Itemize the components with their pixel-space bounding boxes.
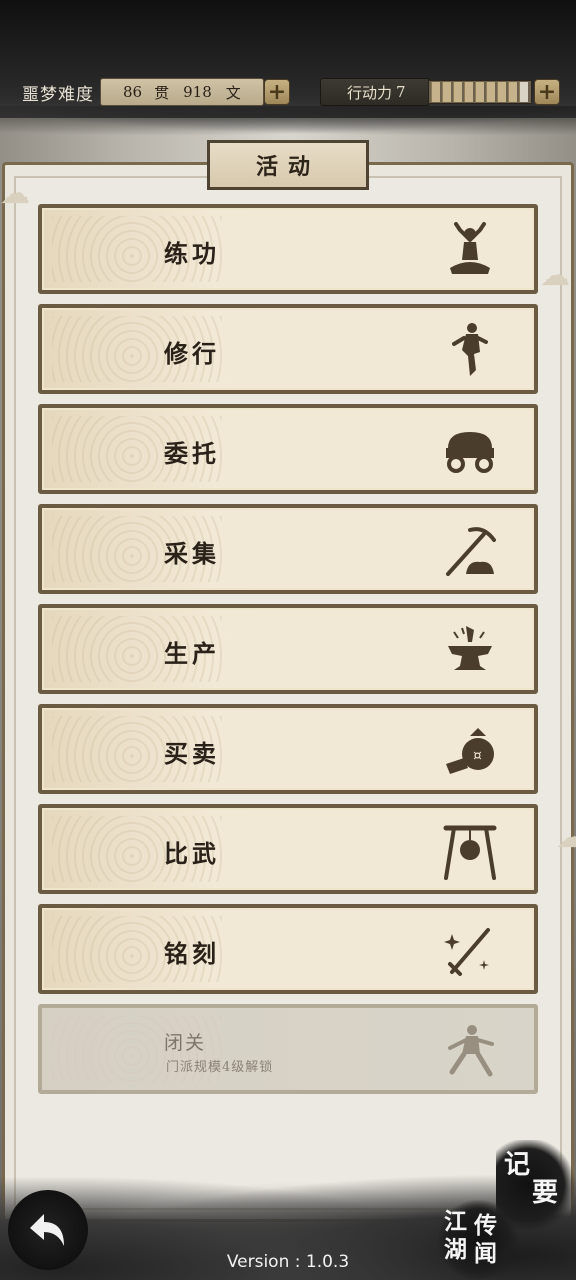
rumors-char-3: 传	[474, 1212, 497, 1239]
activity-row-ming-ke[interactable]: 铭刻	[38, 904, 538, 994]
action-points-display: 行动力 7	[320, 78, 430, 106]
action-point-segment	[442, 82, 451, 102]
activity-label: 委托	[164, 439, 220, 468]
training-figure-icon	[452, 323, 488, 376]
activity-label: 闭关	[164, 1032, 207, 1054]
activity-row-bi-guan-locked[interactable]: 闭关 门派规模4级解锁	[38, 1004, 538, 1094]
svg-text:¤: ¤	[473, 748, 482, 764]
action-point-segment	[453, 82, 462, 102]
action-point-segment	[486, 82, 495, 102]
meditating-figure-icon	[450, 222, 490, 274]
action-point-segment	[475, 82, 484, 102]
money-bag-icon: ¤	[446, 728, 494, 774]
anvil-icon	[448, 626, 492, 670]
gong-icon	[443, 825, 497, 880]
action-points-label: 行动力	[347, 83, 393, 102]
action-point-segment	[497, 82, 506, 102]
cart-icon	[446, 432, 494, 473]
activity-label: 铭刻	[164, 939, 220, 968]
cloud-ornament-right: ☁	[540, 258, 570, 293]
money-wen-unit: 文	[225, 83, 241, 102]
activity-label: 买卖	[164, 739, 220, 768]
activity-label: 修行	[164, 339, 220, 368]
action-point-segment	[519, 82, 528, 102]
cloud-ornament-left: ☁	[0, 176, 30, 211]
activity-label: 采集	[164, 539, 220, 568]
money-wen-value: 918	[183, 83, 212, 101]
difficulty-label: 噩梦难度	[22, 85, 94, 105]
add-money-button[interactable]: +	[264, 79, 290, 105]
top-bar: 噩梦难度 86 贯 918 文 + 行动力 7 +	[0, 0, 576, 136]
rumors-char-1: 江	[444, 1208, 467, 1235]
back-arrow-icon	[30, 1214, 64, 1246]
action-point-segment	[464, 82, 473, 102]
activity-row-lian-gong[interactable]: 练功	[38, 204, 538, 294]
version-text: Version : 1.0.3	[226, 1252, 350, 1272]
engraving-sword-icon	[444, 928, 490, 976]
activity-row-cai-ji[interactable]: 采集	[38, 504, 538, 594]
notes-char-2: 要	[532, 1178, 559, 1208]
activity-label: 练功	[164, 239, 220, 268]
money-display: 86 贯 918 文	[100, 78, 264, 106]
money-guan-value: 86	[123, 83, 143, 101]
activity-label: 生产	[164, 639, 220, 668]
activity-row-mai-mai[interactable]: 买卖 ¤	[38, 704, 538, 794]
action-point-segment	[431, 82, 440, 102]
notes-char-1: 记	[504, 1150, 531, 1180]
activity-row-wei-tuo[interactable]: 委托	[38, 404, 538, 494]
activity-label: 比武	[164, 839, 220, 868]
action-points-bar	[428, 80, 532, 104]
cloud-ornament-right-lower: ☁	[556, 820, 576, 855]
activity-row-xiu-xing[interactable]: 修行	[38, 304, 538, 394]
activity-row-sheng-chan[interactable]: 生产	[38, 604, 538, 694]
money-guan-unit: 贯	[154, 83, 170, 102]
panel-title: 活动	[207, 140, 369, 190]
action-points-value: 7	[396, 83, 406, 101]
add-action-points-button[interactable]: +	[534, 79, 560, 105]
activity-row-bi-wu[interactable]: 比武	[38, 804, 538, 894]
unlock-requirement: 门派规模4级解锁	[166, 1060, 274, 1075]
action-point-segment	[508, 82, 517, 102]
martial-pose-icon	[448, 1025, 494, 1077]
pickaxe-icon	[446, 527, 496, 576]
screen: { "resources": { "difficulty_label": "噩梦…	[0, 0, 576, 1280]
